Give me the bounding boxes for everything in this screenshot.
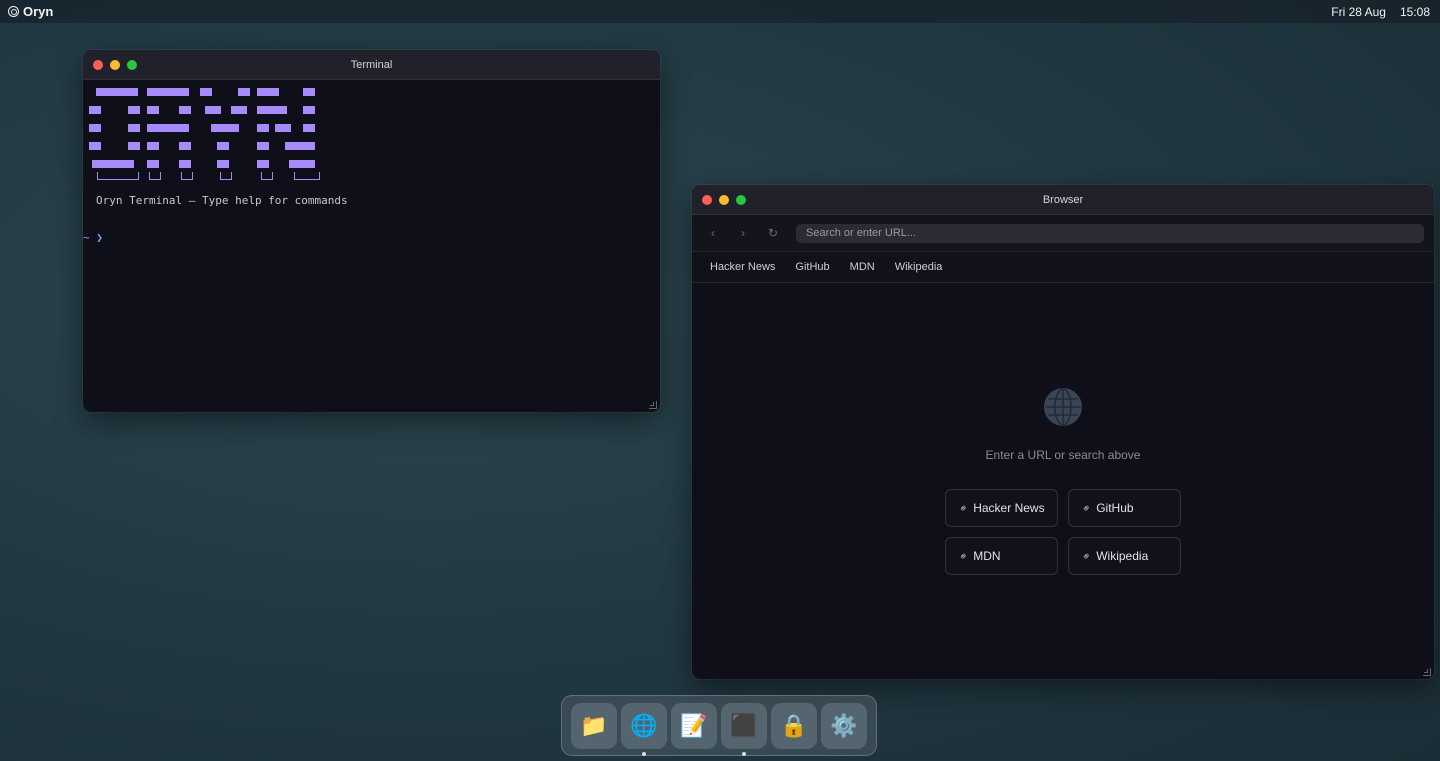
running-indicator	[642, 751, 646, 756]
ascii-banner	[89, 86, 660, 186]
bookmark-hacker-news[interactable]: Hacker News	[710, 261, 775, 273]
dock-terminal[interactable]: ⬛	[721, 702, 767, 756]
dock-settings[interactable]: ⚙️	[821, 702, 867, 749]
maximize-button[interactable]	[736, 195, 746, 205]
minimize-button[interactable]	[719, 195, 729, 205]
browser-titlebar[interactable]: Browser	[692, 185, 1434, 215]
browser-toolbar: ‹ › ↻	[692, 215, 1434, 252]
resize-handle[interactable]	[649, 401, 657, 409]
terminal-window: Terminal Oryn Terminal — Type help for c…	[83, 50, 660, 412]
prompt-path: ~	[83, 231, 90, 244]
quick-link-label: GitHub	[1096, 501, 1134, 515]
window-title: Browser	[1042, 193, 1084, 206]
url-input[interactable]	[796, 223, 1424, 243]
dock-lock[interactable]: 🔒	[771, 702, 817, 749]
window-controls	[93, 60, 137, 70]
bookmark-mdn[interactable]: MDN	[850, 261, 875, 273]
bookmark-wikipedia[interactable]: Wikipedia	[895, 261, 943, 273]
close-button[interactable]	[93, 60, 103, 70]
terminal-intro: Oryn Terminal — Type help for commands	[96, 194, 348, 207]
dock: 📁 🌐 📝 ⬛ 🔒 ⚙️	[561, 695, 877, 756]
oryn-logo-icon	[8, 6, 19, 17]
dock-notes[interactable]: 📝	[671, 702, 717, 749]
globe-icon	[1044, 388, 1082, 426]
dock-files[interactable]: 📁	[571, 702, 617, 749]
minimize-button[interactable]	[110, 60, 120, 70]
dock-browser[interactable]: 🌐	[621, 702, 667, 756]
quick-links: ⚭ Hacker News ⚭ GitHub ⚭ MDN ⚭ Wikipedia	[945, 489, 1181, 575]
quick-link-label: Hacker News	[973, 501, 1045, 515]
empty-state-hint: Enter a URL or search above	[985, 448, 1141, 462]
link-icon: ⚭	[1079, 500, 1095, 516]
window-title: Terminal	[350, 58, 393, 71]
notepad-icon: 📝	[680, 712, 708, 738]
link-icon: ⚭	[956, 500, 972, 516]
bookmark-github[interactable]: GitHub	[795, 261, 829, 273]
terminal-prompt[interactable]: ~ ❯	[83, 231, 660, 244]
browser-content: Enter a URL or search above ⚭ Hacker New…	[692, 284, 1434, 679]
menubar-date: Fri 28 Aug	[1331, 4, 1386, 19]
terminal-titlebar[interactable]: Terminal	[83, 50, 660, 80]
back-button[interactable]: ‹	[702, 222, 724, 244]
bookmarks-bar: Hacker News GitHub MDN Wikipedia	[692, 252, 1434, 283]
close-button[interactable]	[702, 195, 712, 205]
link-icon: ⚭	[1079, 548, 1095, 564]
running-indicator	[742, 751, 746, 756]
quick-link-label: MDN	[973, 549, 1001, 563]
quick-link-github[interactable]: ⚭ GitHub	[1068, 489, 1181, 527]
quick-link-label: Wikipedia	[1096, 549, 1149, 563]
terminal-output[interactable]: Oryn Terminal — Type help for commands ~…	[83, 80, 660, 244]
menu-bar: Oryn Fri 28 Aug 15:08	[0, 0, 1440, 23]
forward-button[interactable]: ›	[732, 222, 754, 244]
resize-handle[interactable]	[1423, 668, 1431, 676]
lock-icon: 🔒	[780, 712, 808, 738]
window-controls	[702, 195, 746, 205]
prompt-symbol: ❯	[96, 231, 103, 244]
browser-window: Browser ‹ › ↻ Hacker News GitHub MDN Wik…	[692, 185, 1434, 679]
terminal-icon: ⬛	[730, 712, 758, 738]
quick-link-wikipedia[interactable]: ⚭ Wikipedia	[1068, 537, 1181, 575]
menubar-clock[interactable]: Fri 28 Aug 15:08	[1331, 5, 1430, 19]
maximize-button[interactable]	[127, 60, 137, 70]
globe-icon: 🌐	[630, 712, 658, 738]
reload-icon: ↻	[767, 226, 779, 240]
reload-button[interactable]: ↻	[762, 222, 784, 244]
brand-menu[interactable]: Oryn	[8, 4, 53, 19]
chevron-left-icon: ‹	[711, 226, 715, 240]
quick-link-mdn[interactable]: ⚭ MDN	[945, 537, 1058, 575]
chevron-right-icon: ›	[741, 226, 745, 240]
link-icon: ⚭	[956, 548, 972, 564]
quick-link-hacker-news[interactable]: ⚭ Hacker News	[945, 489, 1058, 527]
brand-label: Oryn	[23, 4, 54, 19]
folder-icon: 📁	[580, 712, 608, 738]
gear-icon: ⚙️	[830, 712, 858, 738]
menubar-time: 15:08	[1399, 4, 1430, 19]
